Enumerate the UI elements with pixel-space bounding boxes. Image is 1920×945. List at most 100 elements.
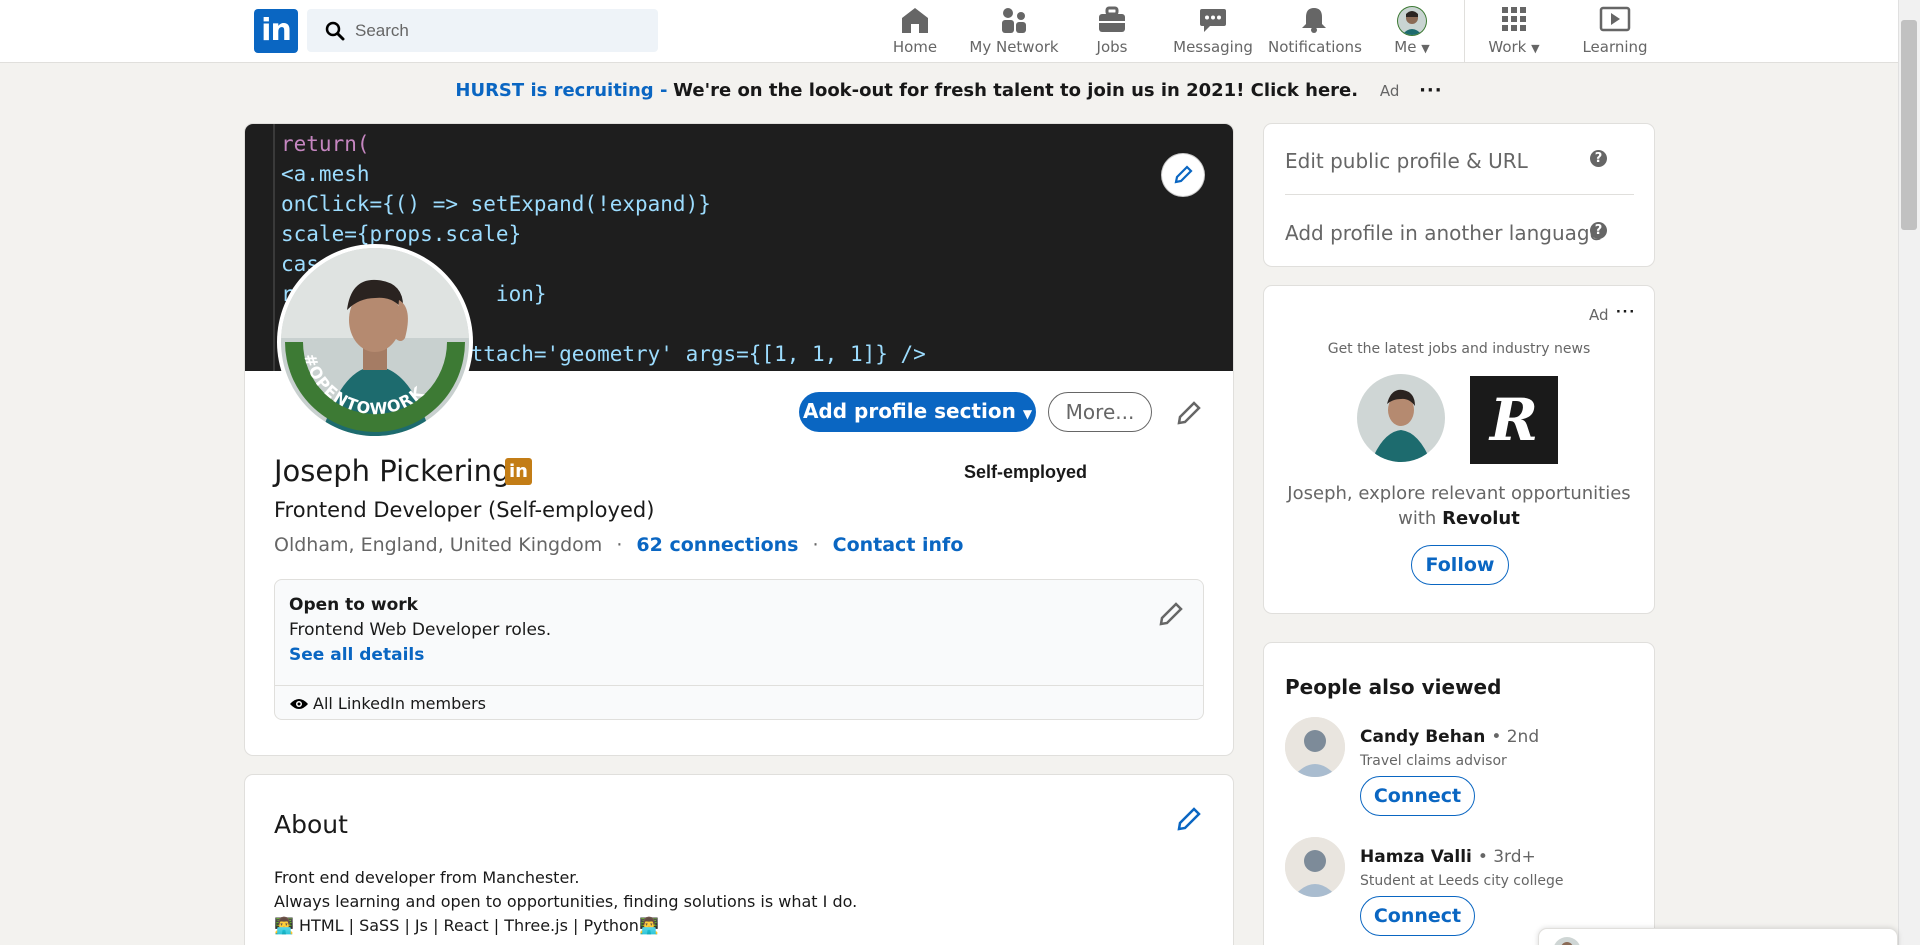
nav-learning[interactable]: Learning <box>1580 0 1650 63</box>
profile-photo-image: #OPENTOWORK <box>281 248 469 436</box>
edit-intro-pencil-icon[interactable] <box>1175 399 1203 427</box>
search-input[interactable] <box>355 9 645 52</box>
top-navigation-bar: in Home My Network Jobs Messaging Notifi… <box>0 0 1898 63</box>
ad-message[interactable]: We're on the look-out for fresh talent t… <box>673 80 1358 101</box>
messaging-overlay[interactable] <box>1538 928 1898 945</box>
about-card: About Front end developer from Mancheste… <box>244 774 1234 945</box>
profile-name: Joseph Pickering <box>274 454 511 488</box>
connection-degree: • 2nd <box>1491 727 1540 747</box>
edit-about-pencil-icon[interactable] <box>1175 805 1203 833</box>
about-line: 👨‍💻 HTML | SaSS | Js | React | Three.js … <box>274 916 659 935</box>
edit-open-to-work-pencil-icon[interactable] <box>1157 600 1185 628</box>
nav-me-label: Me ▼ <box>1394 38 1430 56</box>
people-also-viewed-card: People also viewed Candy Behan • 2nd Tra… <box>1263 642 1655 945</box>
divider <box>1285 194 1634 195</box>
nav-jobs-label: Jobs <box>1096 38 1128 56</box>
person-name[interactable]: Hamza Valli • 3rd+ <box>1360 847 1536 867</box>
scrollbar-thumb[interactable] <box>1901 20 1917 230</box>
chevron-down-icon: ▼ <box>1531 42 1540 55</box>
home-icon <box>902 8 928 33</box>
user-photo <box>1357 374 1445 462</box>
caret-down-icon: ▼ <box>1022 407 1033 421</box>
connections-link[interactable]: 62 connections <box>636 534 798 556</box>
revolut-logo[interactable]: R <box>1470 376 1558 464</box>
person-placeholder-icon <box>1285 837 1345 897</box>
nav-messaging[interactable]: Messaging <box>1164 0 1262 63</box>
ad-message: Joseph, explore relevant opportunities w… <box>1264 481 1654 531</box>
nav-work-label: Work ▼ <box>1488 38 1540 56</box>
edit-cover-button[interactable] <box>1162 154 1204 196</box>
page-scrollbar[interactable] <box>1898 0 1920 945</box>
connection-degree: • 3rd+ <box>1477 847 1536 867</box>
separator-dot: · <box>812 534 819 556</box>
connect-button[interactable]: Connect <box>1360 896 1475 936</box>
profile-location: Oldham, England, United Kingdom <box>274 534 603 556</box>
ad-banner[interactable]: HURST is recruiting - We're on the look-… <box>0 80 1898 106</box>
profile-settings-card: Edit public profile & URL ? Add profile … <box>1263 123 1655 267</box>
network-icon <box>1002 8 1026 33</box>
ad-label: Ad <box>1379 82 1400 100</box>
code-line: <a.mesh <box>281 162 370 186</box>
about-title: About <box>274 810 348 839</box>
person-placeholder-icon <box>1285 717 1345 777</box>
more-options-icon[interactable]: ··· <box>1419 80 1443 101</box>
ad-company-name: Revolut <box>1442 508 1520 529</box>
person-avatar[interactable] <box>1285 837 1345 897</box>
nav-learning-label: Learning <box>1582 38 1648 56</box>
contact-info-link[interactable]: Contact info <box>833 534 964 556</box>
linkedin-premium-badge[interactable]: in <box>505 458 532 485</box>
help-icon[interactable]: ? <box>1590 222 1607 239</box>
nav-me[interactable]: Me ▼ <box>1384 0 1440 63</box>
separator-dot: · <box>616 534 623 556</box>
person-avatar[interactable] <box>1285 717 1345 777</box>
nav-jobs[interactable]: Jobs <box>1086 0 1138 63</box>
open-to-work-roles: Frontend Web Developer roles. <box>289 620 552 640</box>
nav-my-network-label: My Network <box>969 38 1059 56</box>
follow-button[interactable]: Follow <box>1411 545 1509 585</box>
about-line: Always learning and open to opportunitie… <box>274 892 858 911</box>
help-icon[interactable]: ? <box>1590 150 1607 167</box>
nav-notifications-label: Notifications <box>1268 38 1362 56</box>
code-gutter <box>273 124 275 371</box>
nav-home[interactable]: Home <box>884 0 946 63</box>
person-role: Travel claims advisor <box>1360 753 1507 769</box>
me-avatar-icon <box>1397 6 1427 36</box>
visibility-line: All LinkedIn members <box>289 694 486 713</box>
about-line: Front end developer from Manchester. <box>274 868 580 887</box>
more-button[interactable]: More... <box>1048 392 1152 432</box>
code-line: onClick={() => setExpand(!expand)} <box>281 192 711 216</box>
revolut-ad-card: Ad ··· Get the latest jobs and industry … <box>1263 285 1655 614</box>
more-options-icon[interactable]: ··· <box>1616 302 1636 322</box>
person-name[interactable]: Candy Behan • 2nd <box>1360 727 1539 747</box>
edit-public-profile-link[interactable]: Edit public profile & URL <box>1285 149 1528 173</box>
bell-icon <box>1302 8 1326 33</box>
search-icon <box>325 21 345 41</box>
person-role: Student at Leeds city college <box>1360 873 1564 889</box>
open-to-work-box: Open to work Frontend Web Developer role… <box>274 579 1204 720</box>
nav-messaging-label: Messaging <box>1173 38 1253 56</box>
code-line: scale={props.scale} <box>281 222 522 246</box>
linkedin-logo[interactable]: in <box>254 9 298 53</box>
see-all-details-link[interactable]: See all details <box>289 645 424 665</box>
connect-button[interactable]: Connect <box>1360 776 1475 816</box>
profile-photo[interactable]: #OPENTOWORK <box>277 244 473 440</box>
nav-notifications[interactable]: Notifications <box>1268 0 1362 63</box>
chevron-down-icon: ▼ <box>1421 42 1430 55</box>
nav-my-network[interactable]: My Network <box>968 0 1060 63</box>
search-box[interactable] <box>307 9 658 52</box>
nav-work[interactable]: Work ▼ <box>1484 0 1544 63</box>
ad-company[interactable]: HURST is recruiting - <box>455 80 667 101</box>
ad-tagline: Get the latest jobs and industry news <box>1327 341 1591 357</box>
profile-headline: Frontend Developer (Self-employed) <box>274 498 655 522</box>
eye-icon <box>290 699 308 709</box>
current-company[interactable]: Self-employed <box>964 462 1087 483</box>
play-icon <box>1599 6 1631 32</box>
pencil-icon <box>1174 165 1193 184</box>
add-profile-section-button[interactable]: Add profile section ▼ <box>799 392 1036 432</box>
ad-message-line2: with Revolut <box>1398 508 1520 529</box>
ad-label: Ad <box>1589 306 1609 324</box>
visibility-text: All LinkedIn members <box>313 694 486 713</box>
code-line: return( <box>281 132 370 156</box>
add-language-profile-link[interactable]: Add profile in another language <box>1285 221 1602 245</box>
open-to-work-title: Open to work <box>289 595 418 615</box>
